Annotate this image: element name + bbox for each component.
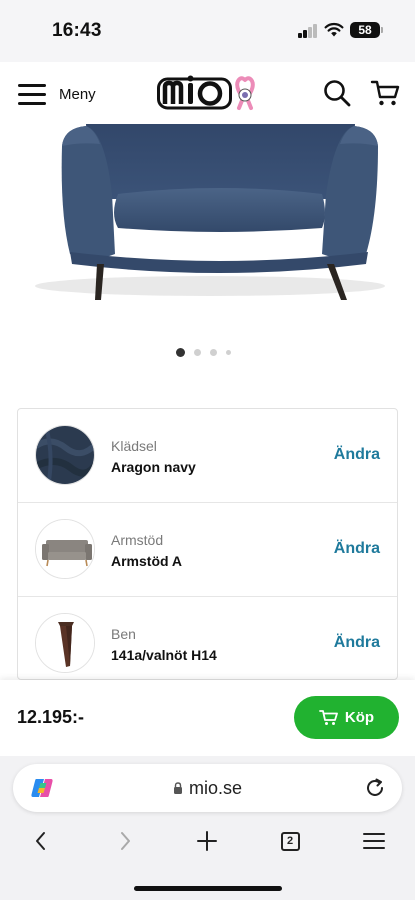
wifi-icon <box>324 22 344 37</box>
menu-button[interactable]: Meny <box>18 81 113 107</box>
status-bar: 16:43 58 <box>0 0 415 62</box>
browser-chrome: mio.se 2 <box>0 756 415 900</box>
url-display: mio.se <box>13 764 402 812</box>
forward-button[interactable] <box>108 824 142 858</box>
address-bar[interactable]: mio.se <box>13 764 402 812</box>
option-value: Aragon navy <box>111 459 196 475</box>
change-legs-link[interactable]: Ändra <box>334 634 380 652</box>
option-label: Klädsel <box>111 438 157 454</box>
product-options: Klädsel Aragon navy Ändra Armstöd Armstö… <box>17 408 398 680</box>
change-upholstery-link[interactable]: Ändra <box>334 446 380 464</box>
hamburger-menu-icon <box>363 833 385 849</box>
hamburger-menu-icon <box>18 84 46 105</box>
home-indicator <box>134 886 282 891</box>
option-row-upholstery[interactable]: Klädsel Aragon navy Ändra <box>18 409 397 503</box>
chevron-left-icon <box>36 832 45 850</box>
carousel-dot-2[interactable] <box>194 348 201 356</box>
chevron-right-icon <box>121 832 130 850</box>
option-row-legs[interactable]: Ben 141a/valnöt H14 Ändra <box>18 597 397 679</box>
buy-label: Köp <box>344 709 375 726</box>
carousel-dot-3[interactable] <box>210 348 217 356</box>
option-label: Armstöd <box>111 532 164 548</box>
lock-icon <box>173 782 182 794</box>
carousel-dots <box>176 347 240 357</box>
status-time: 16:43 <box>52 20 102 41</box>
sofa-thumbnail-icon <box>35 519 95 579</box>
product-image[interactable] <box>0 124 415 344</box>
back-button[interactable] <box>24 824 58 858</box>
sofa-image <box>35 124 385 300</box>
cart-icon[interactable] <box>370 78 400 108</box>
leg-thumbnail-icon <box>35 613 95 673</box>
search-icon[interactable] <box>322 78 352 108</box>
mio-logo[interactable] <box>157 74 265 112</box>
option-label: Ben <box>111 626 136 642</box>
plus-icon <box>197 831 217 851</box>
change-armrest-link[interactable]: Ändra <box>334 540 380 558</box>
buy-button[interactable]: Köp <box>294 696 399 739</box>
price: 12.195:- <box>17 707 85 727</box>
option-value: Armstöd A <box>111 553 183 569</box>
browser-nav: 2 <box>0 824 415 858</box>
tabs-button[interactable]: 2 <box>273 824 307 858</box>
url-text: mio.se <box>188 777 242 798</box>
reload-icon[interactable] <box>364 777 386 799</box>
carousel-dot-1[interactable] <box>176 347 185 357</box>
option-row-armrest[interactable]: Armstöd Armstöd A Ändra <box>18 503 397 597</box>
battery-icon: 58 <box>350 22 380 38</box>
fabric-swatch-icon <box>35 425 95 485</box>
cart-icon <box>319 710 338 725</box>
buy-bar: 12.195:- Köp <box>0 680 415 756</box>
menu-label: Meny <box>59 85 96 103</box>
cellular-signal-icon <box>298 24 318 38</box>
new-tab-button[interactable] <box>190 824 224 858</box>
option-value: 141a/valnöt H14 <box>111 647 217 663</box>
carousel-dot-4[interactable] <box>226 349 231 355</box>
tab-count: 2 <box>280 831 300 851</box>
battery-tip <box>381 27 383 33</box>
battery-level: 58 <box>358 23 372 37</box>
browser-menu-button[interactable] <box>357 824 391 858</box>
